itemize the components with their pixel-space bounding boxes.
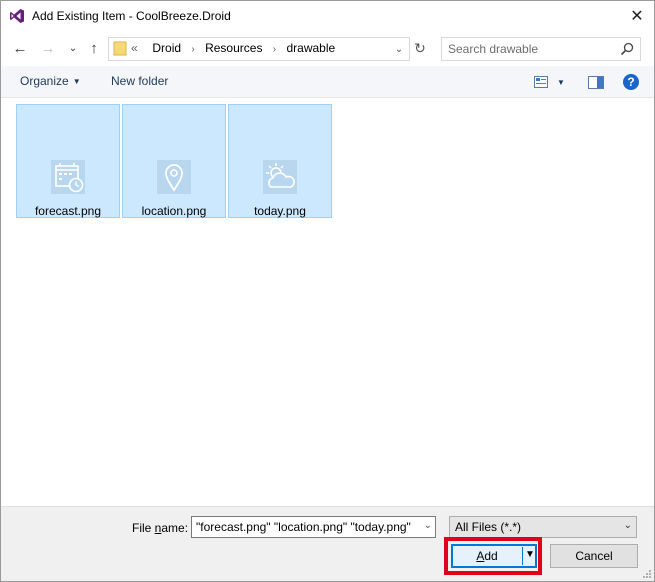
navigation-row: ← → ⌄ ↑ « Droid › Resources › drawable ⌄… — [1, 34, 654, 62]
add-label-rest: dd — [484, 549, 498, 563]
title-bar: Add Existing Item - CoolBreeze.Droid ✕ — [1, 1, 654, 31]
file-type-filter[interactable]: All Files (*.*) ⌄ — [449, 516, 637, 538]
file-name-value: "forecast.png" "location.png" "today.png… — [196, 520, 411, 534]
view-options-dropdown[interactable]: ▼ — [557, 73, 565, 91]
breadcrumb: « Droid › Resources › drawable — [131, 41, 335, 55]
view-icon — [534, 76, 548, 88]
breadcrumb-resources[interactable]: Resources — [205, 41, 262, 55]
file-name-label-prefix: File — [132, 521, 155, 535]
refresh-button[interactable]: ↻ — [410, 38, 430, 58]
folder-icon — [113, 41, 127, 56]
close-icon: ✕ — [630, 8, 644, 25]
breadcrumb-overflow[interactable]: « — [131, 41, 138, 55]
forward-button[interactable]: → — [39, 38, 57, 58]
search-icon — [620, 42, 634, 56]
add-options-dropdown[interactable]: ▼ — [525, 549, 535, 560]
chevron-down-icon[interactable]: ⌄ — [424, 520, 432, 531]
add-button-label: Add — [452, 549, 522, 563]
refresh-icon: ↻ — [414, 39, 426, 56]
resize-grip-icon[interactable] — [642, 569, 652, 579]
chevron-down-icon: ⌄ — [394, 43, 404, 55]
calendar-clock-icon — [51, 160, 85, 194]
file-name-label: File name: — [132, 521, 188, 535]
preview-pane-button[interactable] — [588, 73, 604, 91]
back-button[interactable]: ← — [11, 38, 29, 58]
help-icon[interactable]: ? — [623, 74, 639, 90]
forward-arrow-icon: → — [40, 39, 56, 57]
breadcrumb-drawable[interactable]: drawable — [286, 41, 335, 55]
file-name-label: forecast.png — [34, 204, 102, 218]
caret-down-icon: ▼ — [557, 77, 565, 87]
cancel-button[interactable]: Cancel — [550, 544, 638, 568]
breadcrumb-droid[interactable]: Droid — [152, 41, 181, 55]
caret-down-icon: ▼ — [72, 77, 81, 86]
file-name-label: today.png — [254, 204, 306, 218]
organize-label: Organize — [20, 74, 69, 88]
recent-locations-button[interactable]: ⌄ — [64, 38, 82, 58]
address-dropdown-button[interactable]: ⌄ — [389, 38, 409, 60]
file-item-forecast[interactable]: forecast.png — [16, 104, 120, 218]
chevron-right-icon: › — [191, 44, 195, 55]
file-name-label-suffix: ame: — [161, 521, 189, 535]
search-box[interactable] — [441, 37, 641, 61]
map-pin-icon — [157, 160, 191, 194]
preview-pane-icon — [588, 75, 604, 89]
chevron-right-icon: › — [272, 44, 277, 55]
file-name-field[interactable]: "forecast.png" "location.png" "today.png… — [191, 516, 436, 538]
search-input[interactable] — [448, 41, 613, 57]
up-arrow-icon: ↑ — [90, 39, 98, 57]
new-folder-label: New folder — [111, 74, 169, 88]
up-button[interactable]: ↑ — [85, 38, 103, 58]
sun-cloud-icon — [263, 160, 297, 194]
file-name-label: location.png — [141, 204, 207, 218]
new-folder-button[interactable]: New folder — [111, 74, 168, 88]
back-arrow-icon: ← — [12, 39, 28, 57]
file-list[interactable]: forecast.png location.png today.png — [1, 98, 654, 506]
command-bar: Organize ▼ New folder ▼ — [1, 66, 654, 98]
file-item-today[interactable]: today.png — [228, 104, 332, 218]
add-existing-item-dialog: Add Existing Item - CoolBreeze.Droid ✕ ←… — [0, 0, 655, 582]
add-button[interactable]: Add ▼ — [451, 544, 537, 568]
address-bar[interactable]: « Droid › Resources › drawable — [108, 37, 410, 61]
chevron-down-icon: ⌄ — [68, 42, 78, 54]
file-item-location[interactable]: location.png — [122, 104, 226, 218]
close-button[interactable]: ✕ — [620, 1, 654, 31]
window-title: Add Existing Item - CoolBreeze.Droid — [32, 9, 231, 23]
organize-menu[interactable]: Organize ▼ — [20, 74, 81, 88]
chevron-down-icon: ⌄ — [623, 520, 632, 531]
split-divider — [522, 547, 523, 565]
visual-studio-icon — [10, 9, 24, 23]
change-view-button[interactable] — [534, 73, 548, 91]
file-type-value: All Files (*.*) — [455, 520, 522, 534]
